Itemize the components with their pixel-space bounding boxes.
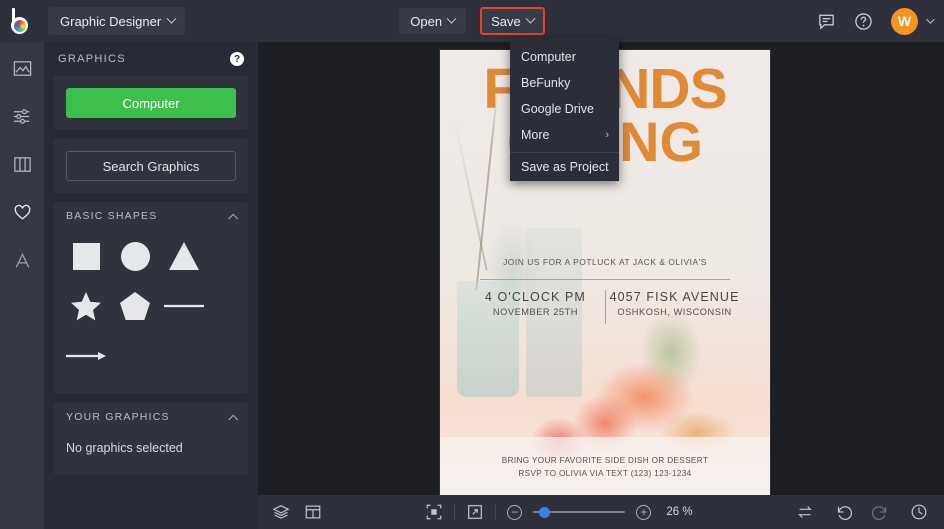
poster-detail-time-big: 4 O'CLOCK PM xyxy=(484,290,586,305)
basic-shapes-label: BASIC SHAPES xyxy=(66,210,158,222)
menu-item-more[interactable]: More › xyxy=(510,122,619,148)
menu-item-label: Computer xyxy=(521,50,576,64)
save-dropdown-menu: Computer BeFunky Google Drive More › Sav… xyxy=(510,38,619,181)
page-title: GRAPHICS xyxy=(58,53,126,65)
chevron-right-icon: › xyxy=(605,129,609,141)
your-graphics-label: YOUR GRAPHICS xyxy=(66,411,170,423)
search-graphics-button[interactable]: Search Graphics xyxy=(66,151,236,181)
poster-divider xyxy=(479,279,731,281)
poster-subtitle[interactable]: JOIN US FOR A POTLUCK AT JACK & OLIVIA'S xyxy=(440,257,770,267)
upload-card: Computer xyxy=(54,76,248,130)
chevron-down-icon xyxy=(525,13,536,24)
avatar[interactable]: W xyxy=(891,7,918,35)
swap-arrows-icon[interactable] xyxy=(796,503,814,521)
poster-detail-address-big: 4057 FISK AVENUE xyxy=(609,290,740,305)
menu-item-computer[interactable]: Computer xyxy=(510,44,619,70)
top-toolbar-center: Open Save xyxy=(0,0,944,42)
expand-arrow-icon[interactable] xyxy=(466,503,484,521)
layout-panel-icon[interactable] xyxy=(304,503,322,521)
menu-item-befunky[interactable]: BeFunky xyxy=(510,70,619,96)
your-graphics-empty-text: No graphics selected xyxy=(66,441,183,455)
text-a-icon xyxy=(12,250,33,276)
menu-item-label: Google Drive xyxy=(521,102,594,116)
sidebar-item-templates[interactable] xyxy=(5,150,39,184)
befunky-graphic-designer-window: Graphic Designer Open Save W Computer Be… xyxy=(0,0,944,529)
columns-icon xyxy=(12,154,33,180)
shape-square[interactable] xyxy=(64,234,108,278)
top-toolbar: Graphic Designer Open Save W xyxy=(0,0,944,42)
chevron-down-icon xyxy=(446,13,457,24)
poster-detail-time-small: NOVEMBER 25TH xyxy=(492,307,578,318)
layers-icon[interactable] xyxy=(272,503,290,521)
poster-detail-address-small: OSHKOSH, WISCONSIN xyxy=(617,307,732,318)
open-button[interactable]: Open xyxy=(399,8,467,34)
chevron-up-icon xyxy=(228,213,239,224)
clock-history-icon[interactable] xyxy=(910,503,928,521)
avatar-initial: W xyxy=(897,13,912,29)
bottom-toolbar-right xyxy=(796,503,944,521)
question-mark-icon[interactable]: ? xyxy=(230,52,244,66)
chevron-up-icon xyxy=(228,414,239,425)
top-toolbar-right: W xyxy=(817,0,935,42)
shape-arrow[interactable] xyxy=(64,334,108,378)
menu-item-google-drive[interactable]: Google Drive xyxy=(510,96,619,122)
zoom-slider[interactable] xyxy=(533,505,626,519)
computer-upload-button[interactable]: Computer xyxy=(66,88,236,118)
redo-arrow-icon[interactable] xyxy=(872,503,890,521)
tool-rail xyxy=(0,42,44,529)
poster-detail-address[interactable]: 4057 FISK AVENUE OSHKOSH, WISCONSIN xyxy=(606,290,744,317)
image-icon xyxy=(12,58,33,84)
open-button-label: Open xyxy=(410,13,443,29)
heart-icon xyxy=(12,202,33,228)
bottom-toolbar: − + 26 % xyxy=(258,495,944,529)
sidebar-item-photos[interactable] xyxy=(5,54,39,88)
menu-item-label: More xyxy=(521,128,550,142)
basic-shapes-header[interactable]: BASIC SHAPES xyxy=(54,202,248,230)
sidebar-item-graphics[interactable] xyxy=(5,198,39,232)
sliders-icon xyxy=(12,106,33,132)
poster-footer-line1: BRING YOUR FAVORITE SIDE DISH OR DESSERT xyxy=(501,456,709,466)
save-button[interactable]: Save xyxy=(480,7,545,35)
basic-shapes-section: BASIC SHAPES xyxy=(54,202,248,394)
your-graphics-section: YOUR GRAPHICS No graphics selected xyxy=(54,403,248,475)
bottom-toolbar-left xyxy=(258,503,322,521)
shape-triangle[interactable] xyxy=(162,234,206,278)
toolbar-divider xyxy=(495,504,497,520)
question-circle-icon[interactable] xyxy=(854,12,873,31)
shape-line[interactable] xyxy=(162,284,206,328)
computer-upload-label: Computer xyxy=(122,95,180,111)
search-card: Search Graphics xyxy=(54,139,248,193)
zoom-out-button[interactable]: − xyxy=(507,504,523,520)
search-graphics-label: Search Graphics xyxy=(102,158,200,174)
menu-item-label: BeFunky xyxy=(521,76,571,90)
zoom-level-label: 26 % xyxy=(666,506,693,518)
poster-footer[interactable]: BRING YOUR FAVORITE SIDE DISH OR DESSERT… xyxy=(440,455,770,480)
graphics-panel: GRAPHICS ? Computer Search Graphics BASI… xyxy=(44,42,258,529)
basic-shapes-grid xyxy=(54,230,248,394)
poster-detail-time[interactable]: 4 O'CLOCK PM NOVEMBER 25TH xyxy=(466,290,604,317)
shape-star[interactable] xyxy=(64,284,108,328)
shape-circle[interactable] xyxy=(113,234,157,278)
save-button-label: Save xyxy=(491,13,521,29)
toolbar-divider xyxy=(454,504,456,520)
bottom-toolbar-center: − + 26 % xyxy=(322,503,796,521)
chat-bubble-icon[interactable] xyxy=(817,12,836,31)
zoom-slider-knob[interactable] xyxy=(539,507,551,518)
shape-pentagon[interactable] xyxy=(113,284,157,328)
fit-to-screen-icon[interactable] xyxy=(425,503,443,521)
menu-item-label: Save as Project xyxy=(521,160,609,174)
poster-footer-line2: RSVP TO OLIVIA VIA TEXT (123) 123-1234 xyxy=(518,469,692,479)
your-graphics-header[interactable]: YOUR GRAPHICS xyxy=(54,403,248,431)
menu-item-save-as-project[interactable]: Save as Project xyxy=(510,153,619,181)
sidebar-item-text[interactable] xyxy=(5,246,39,280)
zoom-in-button[interactable]: + xyxy=(636,504,652,520)
sidebar-item-edit[interactable] xyxy=(5,102,39,136)
panel-header: GRAPHICS ? xyxy=(54,42,248,76)
undo-arrow-icon[interactable] xyxy=(834,503,852,521)
poster-details: 4 O'CLOCK PM NOVEMBER 25TH 4057 FISK AVE… xyxy=(466,290,744,325)
